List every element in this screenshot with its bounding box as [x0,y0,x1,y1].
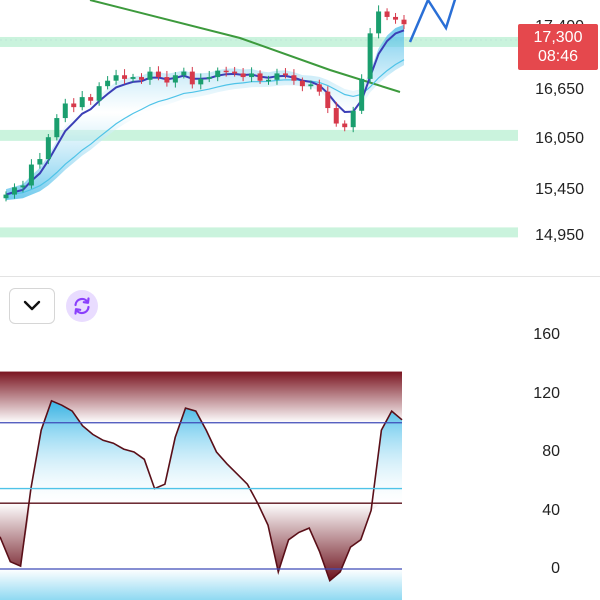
candle-body [232,71,238,74]
candle-body [215,70,221,78]
candle-body [282,73,288,76]
candle-body [138,77,144,80]
candle-body [88,97,94,101]
candle-body [333,108,339,124]
candle-body [376,11,382,34]
chevron-down-icon [23,300,41,311]
candle-body [198,78,204,85]
candle-body [393,16,399,20]
oscillator-chart[interactable] [0,277,600,600]
candle-body [20,185,26,188]
candle-body [172,75,178,83]
candle-body [342,123,348,128]
candle-body [240,73,246,78]
oscillator-tick-label: 0 [551,560,560,577]
oscillator-tick-label: 160 [533,326,560,343]
candle-body [257,73,263,81]
candle-body [71,103,77,108]
price-tick-label: 16,050 [535,130,584,147]
oversold-zone [0,569,402,600]
collapse-button[interactable] [9,288,55,324]
forecast-projection-line [408,0,457,43]
current-price-value: 17,300 [533,29,583,46]
candle-body [350,110,356,128]
price-tick-label: 14,950 [535,227,584,244]
candle-body [299,80,305,87]
candle-body [401,19,407,25]
candle-body [11,187,17,195]
oscillator-tick-label: 120 [533,385,560,402]
candle-body [79,97,85,108]
price-tick-label: 16,650 [535,81,584,98]
candle-body [45,137,51,160]
candle-body [367,33,373,79]
support-zone [0,227,518,238]
candle-body [189,71,195,85]
candle-body [3,194,9,199]
candle-body [181,71,187,76]
candle-body [62,103,68,119]
candle-body [105,80,111,87]
candle-body [384,11,390,17]
candle-body [206,77,212,79]
candle-body [147,71,153,80]
candle-body [113,75,119,81]
candle-body [249,73,255,78]
candle-body [266,79,272,82]
candle-body [54,118,60,138]
candle-body [155,71,161,78]
candle-body [130,77,136,79]
current-price-badge: 17,300 08:46 [518,24,598,70]
candle-body [316,84,322,92]
candle-body [28,164,34,186]
candle-body [359,78,365,111]
refresh-button[interactable] [66,290,98,322]
price-tick-label: 15,450 [535,181,584,198]
candle-body [291,75,297,81]
bar-countdown: 08:46 [537,48,579,65]
oscillator-tick-label: 40 [542,502,560,519]
candle-body [308,84,314,87]
refresh-icon [74,297,90,315]
candle-body [274,73,280,80]
price-chart[interactable] [0,0,600,275]
candle-body [223,70,229,73]
candle-body [164,77,170,83]
candle-body [122,75,128,79]
oscillator-tick-label: 80 [542,443,560,460]
candle-body [325,91,331,109]
candle-body [37,159,43,165]
candle-body [96,86,102,101]
